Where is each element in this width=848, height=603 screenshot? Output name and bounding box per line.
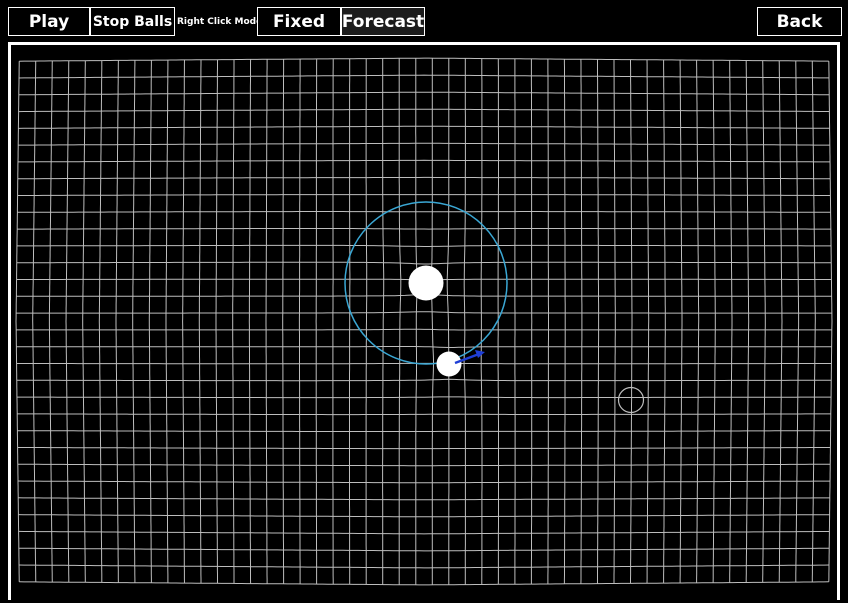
grid-line-horizontal: [18, 481, 830, 483]
grid-line-vertical: [464, 58, 465, 584]
grid-line-vertical: [83, 61, 86, 583]
grid-line-vertical: [383, 58, 384, 584]
grid-line-vertical: [49, 61, 52, 582]
grid-line-vertical: [116, 60, 118, 582]
grid-line-vertical: [133, 60, 135, 582]
grid-line-vertical: [548, 59, 549, 584]
grid-line-horizontal: [17, 262, 831, 264]
grid-line-vertical: [746, 61, 749, 583]
stop-balls-button[interactable]: Stop Balls: [90, 7, 175, 36]
grid-line-horizontal: [17, 414, 831, 415]
central-mass-ball[interactable]: [409, 266, 444, 301]
grid-line-vertical: [366, 59, 367, 585]
grid-line-horizontal: [19, 582, 829, 585]
grid-line-vertical: [430, 58, 433, 585]
grid-line-vertical: [99, 61, 102, 583]
grid-line-horizontal: [17, 397, 831, 398]
grid-line-horizontal: [19, 109, 830, 111]
grid-line-vertical: [581, 59, 582, 583]
grid-line-vertical: [680, 60, 682, 583]
grid-line-horizontal: [19, 565, 829, 568]
grid-line-horizontal: [18, 126, 829, 128]
grid-line-horizontal: [17, 379, 831, 380]
play-button[interactable]: Play: [8, 7, 90, 36]
grid-line-horizontal: [16, 312, 832, 313]
grid-line-vertical: [216, 60, 218, 584]
gravity-grid-canvas[interactable]: [11, 45, 837, 603]
grid-line-horizontal: [18, 160, 830, 162]
grid-line-horizontal: [18, 448, 831, 449]
orbiting-ball[interactable]: [437, 352, 462, 377]
grid-line-vertical: [812, 61, 815, 582]
toolbar: Play Stop Balls Right Click Mode Fixed F…: [0, 0, 848, 40]
grid-line-vertical: [183, 60, 185, 583]
grid-line-horizontal: [17, 431, 830, 432]
grid-line-vertical: [713, 60, 715, 582]
grid-line-vertical: [33, 61, 36, 582]
grid-line-vertical: [598, 59, 599, 583]
grid-line-horizontal: [16, 329, 832, 330]
grid-line-vertical: [266, 59, 267, 583]
grid-line-vertical: [233, 60, 234, 584]
grid-line-horizontal: [17, 229, 831, 230]
right-click-mode-label: Right Click Mode: [177, 7, 262, 36]
grid-line-vertical: [779, 61, 782, 582]
grid-line-vertical: [614, 60, 615, 584]
grid-line-horizontal: [17, 212, 830, 213]
grid-line-horizontal: [18, 195, 831, 196]
grid-vertical-lines: [16, 58, 832, 585]
grid-line-vertical: [763, 61, 766, 583]
fixed-mode-button[interactable]: Fixed: [257, 7, 341, 36]
grid-line-horizontal: [18, 515, 829, 517]
grid-horizontal-lines: [16, 58, 832, 585]
grid-line-vertical: [416, 58, 418, 585]
grid-line-vertical: [796, 61, 799, 582]
grid-line-horizontal: [19, 531, 830, 534]
grid-line-vertical: [664, 60, 666, 583]
grid-line-vertical: [647, 60, 649, 583]
grid-line-vertical: [66, 61, 69, 582]
grid-line-horizontal: [18, 143, 830, 145]
grid-line-vertical: [283, 59, 284, 584]
grid-line-vertical: [730, 60, 732, 582]
grid-line-vertical: [447, 58, 449, 584]
grid-line-horizontal: [18, 177, 830, 178]
grid-line-vertical: [316, 59, 317, 584]
grid-line-horizontal: [16, 347, 831, 348]
grid-line-horizontal: [19, 75, 829, 78]
velocity-arrow-head: [475, 350, 485, 358]
grid-line-vertical: [166, 60, 168, 583]
forecast-mode-button[interactable]: Forecast: [341, 7, 425, 36]
grid-line-horizontal: [18, 464, 830, 466]
grid-line-horizontal: [19, 58, 829, 61]
grid-line-vertical: [249, 59, 250, 583]
grid-line-vertical: [299, 59, 300, 584]
grid-line-horizontal: [19, 548, 829, 551]
grid-line-vertical: [149, 60, 151, 583]
grid-line-vertical: [564, 59, 565, 584]
simulation-panel[interactable]: [8, 42, 840, 600]
grid-line-vertical: [697, 60, 699, 583]
grid-line-vertical: [399, 58, 401, 584]
grid-line-vertical: [631, 60, 633, 584]
grid-line-horizontal: [17, 245, 831, 246]
grid-line-vertical: [481, 59, 482, 585]
grid-line-horizontal: [18, 498, 830, 500]
grid-line-vertical: [16, 61, 19, 582]
grid-line-vertical: [199, 60, 201, 583]
grid-line-horizontal: [19, 92, 829, 95]
back-button[interactable]: Back: [757, 7, 842, 36]
grid-line-vertical: [829, 61, 832, 582]
